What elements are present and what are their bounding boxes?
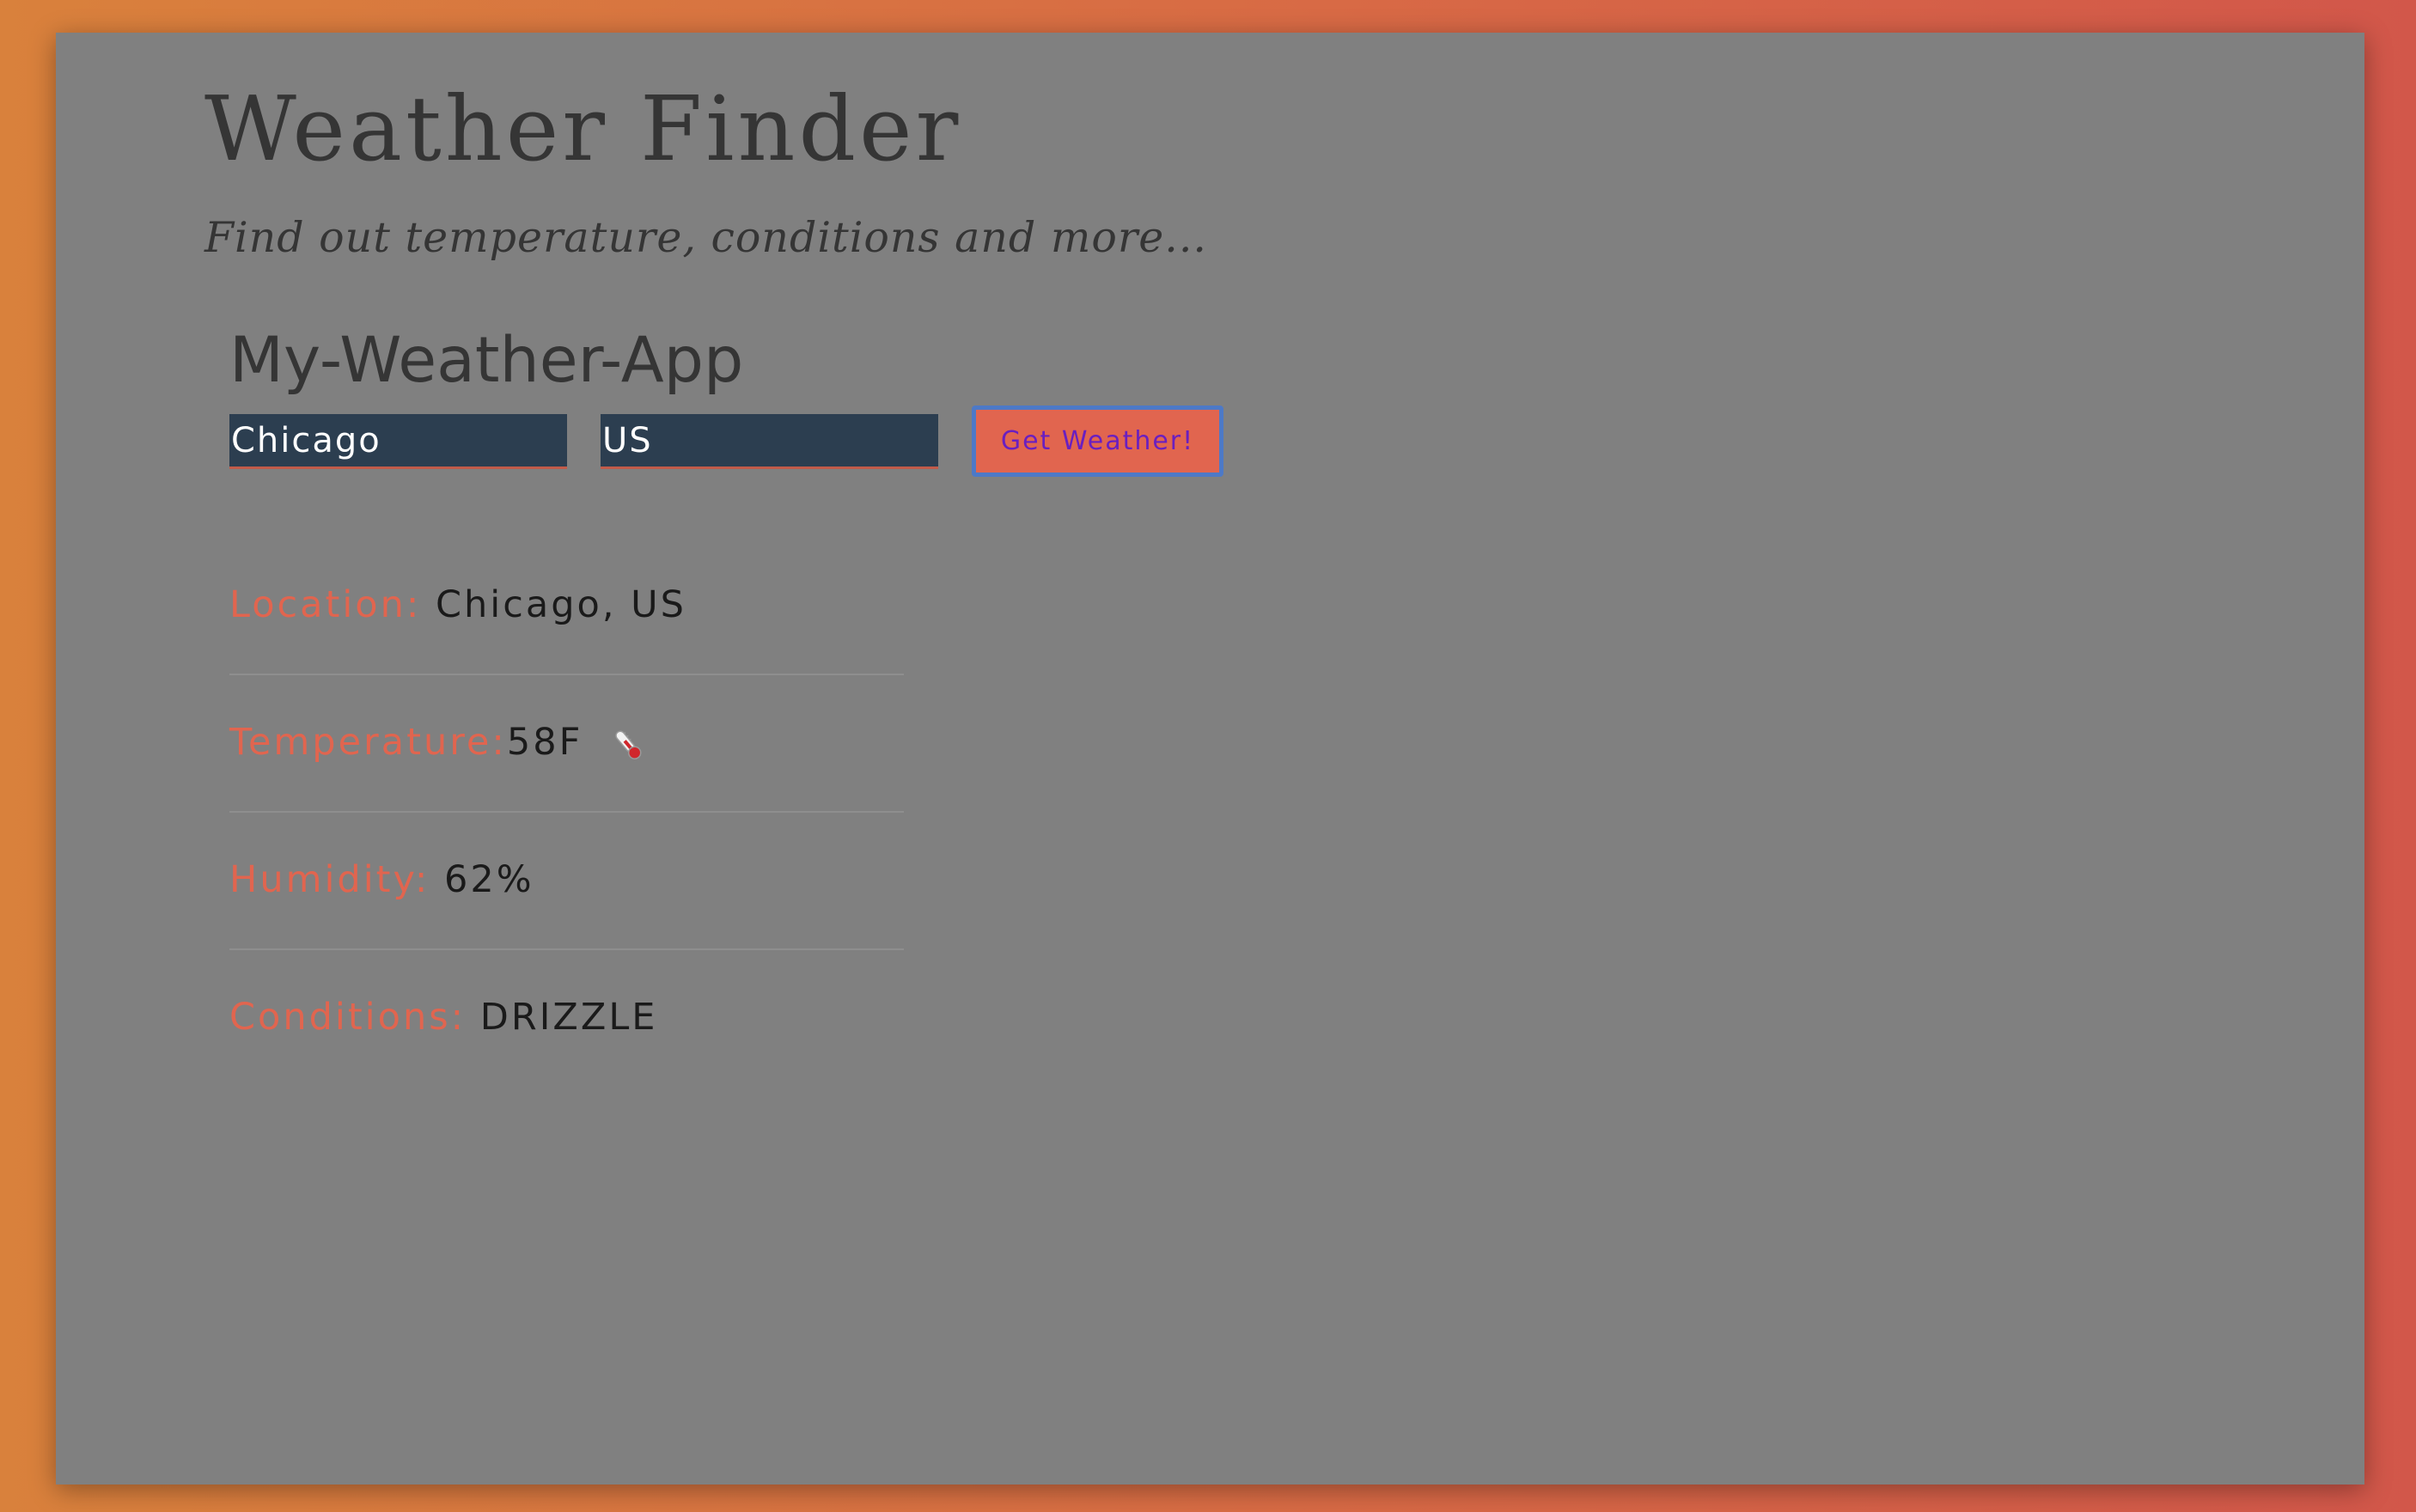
location-row: Location: Chicago, US [229, 538, 904, 675]
location-value: Chicago, US [436, 583, 686, 626]
get-weather-button[interactable]: Get Weather! [972, 405, 1223, 477]
temperature-row: Temperature:58F [229, 675, 904, 813]
humidity-value: 62% [444, 858, 534, 901]
country-input[interactable] [601, 414, 938, 469]
page-title: Weather Finder [204, 76, 962, 181]
page-subtitle: Find out temperature, conditions and mor… [204, 213, 1207, 262]
temperature-value: 58F [506, 721, 583, 764]
location-label: Location: [229, 583, 422, 626]
conditions-row: Conditions: DRIZZLE [229, 950, 904, 1088]
temperature-label: Temperature: [229, 721, 507, 764]
main-panel: Weather Finder Find out temperature, con… [56, 33, 2364, 1485]
app-title: My-Weather-App [229, 324, 744, 397]
city-input[interactable] [229, 414, 567, 469]
humidity-label: Humidity: [229, 858, 430, 901]
conditions-label: Conditions: [229, 996, 467, 1039]
humidity-row: Humidity: 62% [229, 813, 904, 950]
conditions-value: DRIZZLE [479, 996, 658, 1039]
thermometer-icon [609, 726, 647, 764]
